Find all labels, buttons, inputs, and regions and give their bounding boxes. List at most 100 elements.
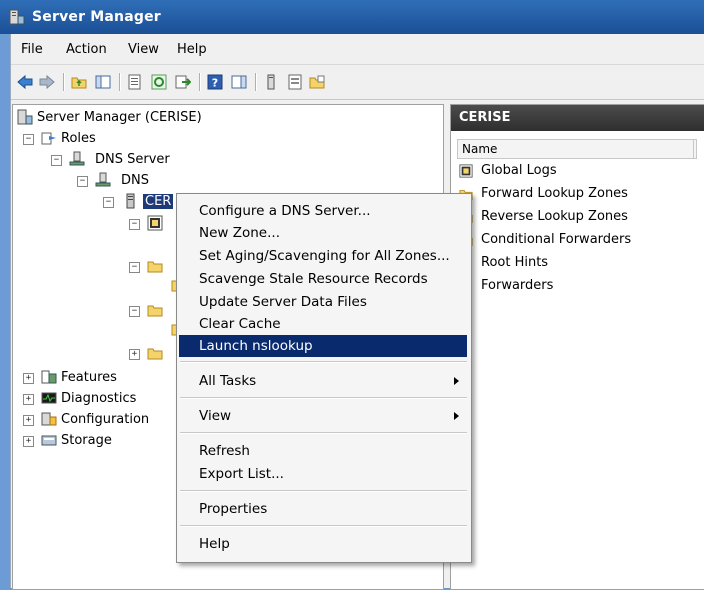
menu-file[interactable]: File	[21, 42, 43, 57]
storage-icon	[41, 435, 57, 446]
folder-icon[interactable]	[309, 74, 325, 90]
tree-label: Roles	[61, 131, 96, 146]
show-hide-tree-icon[interactable]	[95, 74, 111, 90]
folder-icon	[147, 305, 163, 317]
log-icon	[459, 164, 473, 178]
menu-item-label: Scavenge Stale Resource Records	[199, 271, 428, 287]
menu-item-configure-dns-server[interactable]: Configure a DNS Server...	[179, 200, 467, 222]
svg-text:?: ?	[212, 77, 218, 90]
tree-label: Storage	[61, 433, 112, 448]
menu-item-label: Configure a DNS Server...	[199, 203, 371, 219]
menu-item-update-server-data-files[interactable]: Update Server Data Files	[179, 291, 467, 313]
expand-icon[interactable]: +	[23, 394, 34, 405]
tree-label: Features	[61, 370, 117, 385]
menu-item-export-list[interactable]: Export List...	[179, 463, 467, 485]
up-folder-icon[interactable]	[71, 74, 87, 90]
toolbar-separator	[63, 73, 65, 91]
menu-item-view[interactable]: View	[179, 405, 467, 427]
collapse-icon[interactable]: −	[129, 306, 140, 317]
menu-help[interactable]: Help	[177, 42, 207, 57]
results-pane: CERISE Name Global Logs Forward Lookup Z…	[450, 104, 704, 590]
log-icon	[147, 215, 163, 231]
menu-item-label: Export List...	[199, 466, 284, 482]
action-pane-icon[interactable]	[231, 74, 247, 90]
menu-separator	[180, 525, 467, 527]
title-bar: Server Manager	[0, 0, 704, 34]
menu-item-label: Set Aging/Scavenging for All Zones...	[199, 248, 450, 264]
server-icon	[126, 193, 135, 209]
menu-item-refresh[interactable]: Refresh	[179, 440, 467, 462]
menu-item-scavenge-stale-records[interactable]: Scavenge Stale Resource Records	[179, 268, 467, 290]
list-item-label: Forwarders	[481, 278, 554, 293]
dns-server-icon	[69, 151, 85, 166]
toolbar-separator	[199, 73, 201, 91]
collapse-icon[interactable]: −	[129, 219, 140, 230]
list-icon[interactable]	[287, 74, 303, 90]
collapse-icon[interactable]: −	[103, 197, 114, 208]
menu-item-all-tasks[interactable]: All Tasks	[179, 370, 467, 392]
menu-item-clear-cache[interactable]: Clear Cache	[179, 313, 467, 335]
menu-item-label: Refresh	[199, 443, 250, 459]
menu-action[interactable]: Action	[66, 42, 107, 57]
column-divider[interactable]	[693, 140, 694, 158]
roles-icon	[41, 132, 56, 145]
menu-item-label: Properties	[199, 501, 268, 517]
list-item-label: Reverse Lookup Zones	[481, 209, 628, 224]
menu-item-label: Launch nslookup	[199, 338, 313, 354]
list-item-label: Root Hints	[481, 255, 549, 270]
tree-label-selected: CER	[143, 194, 174, 209]
tree-label: Configuration	[61, 412, 150, 427]
export-icon[interactable]	[175, 74, 191, 90]
tree-label: Server Manager (CERISE)	[37, 110, 202, 125]
column-header-label: Name	[462, 142, 498, 156]
tree-label: DNS Server	[95, 152, 170, 167]
folder-icon	[147, 261, 163, 273]
context-menu: Configure a DNS Server... New Zone... Se…	[176, 193, 472, 563]
server-manager-icon	[17, 109, 33, 125]
forward-icon[interactable]	[39, 74, 55, 90]
column-header-name[interactable]: Name	[457, 139, 697, 159]
collapse-icon[interactable]: −	[51, 155, 62, 166]
menu-separator	[180, 490, 467, 492]
submenu-arrow-icon	[454, 377, 459, 385]
server-manager-icon	[9, 9, 25, 25]
expand-icon[interactable]: +	[129, 349, 140, 360]
collapse-icon[interactable]: −	[129, 262, 140, 273]
menu-item-label: New Zone...	[199, 225, 280, 241]
dns-icon	[95, 172, 111, 187]
tree-label: DNS	[121, 173, 149, 188]
menu-item-label: Clear Cache	[199, 316, 281, 332]
server-icon[interactable]	[263, 74, 279, 90]
menu-item-label: All Tasks	[199, 373, 257, 389]
collapse-icon[interactable]: −	[23, 134, 34, 145]
menu-item-new-zone[interactable]: New Zone...	[179, 222, 467, 244]
configuration-icon	[41, 412, 57, 426]
properties-icon[interactable]	[127, 74, 143, 90]
menu-separator	[180, 432, 467, 434]
menu-item-launch-nslookup[interactable]: Launch nslookup	[179, 335, 467, 357]
tree-label: Diagnostics	[61, 391, 137, 406]
submenu-arrow-icon	[454, 412, 459, 420]
results-pane-header: CERISE	[451, 105, 704, 131]
help-icon[interactable]: ?	[207, 74, 223, 90]
menu-item-label: View	[199, 408, 232, 424]
toolbar-separator	[255, 73, 257, 91]
expand-icon[interactable]: +	[23, 373, 34, 384]
expand-icon[interactable]: +	[23, 436, 34, 447]
menu-item-set-aging-scavenging[interactable]: Set Aging/Scavenging for All Zones...	[179, 245, 467, 267]
toolbar-separator	[119, 73, 121, 91]
refresh-icon[interactable]	[151, 74, 167, 90]
menu-view[interactable]: View	[128, 42, 159, 57]
back-icon[interactable]	[17, 74, 33, 90]
collapse-icon[interactable]: −	[77, 176, 88, 187]
diagnostics-icon	[41, 392, 57, 404]
menu-item-label: Help	[199, 536, 230, 552]
folder-icon	[147, 348, 163, 360]
list-item-label: Forward Lookup Zones	[481, 186, 628, 201]
menu-item-properties[interactable]: Properties	[179, 498, 467, 520]
menu-item-label: Update Server Data Files	[199, 294, 367, 310]
expand-icon[interactable]: +	[23, 415, 34, 426]
menu-separator	[180, 361, 467, 363]
list-item-label: Global Logs	[481, 163, 557, 178]
menu-item-help[interactable]: Help	[179, 533, 467, 555]
